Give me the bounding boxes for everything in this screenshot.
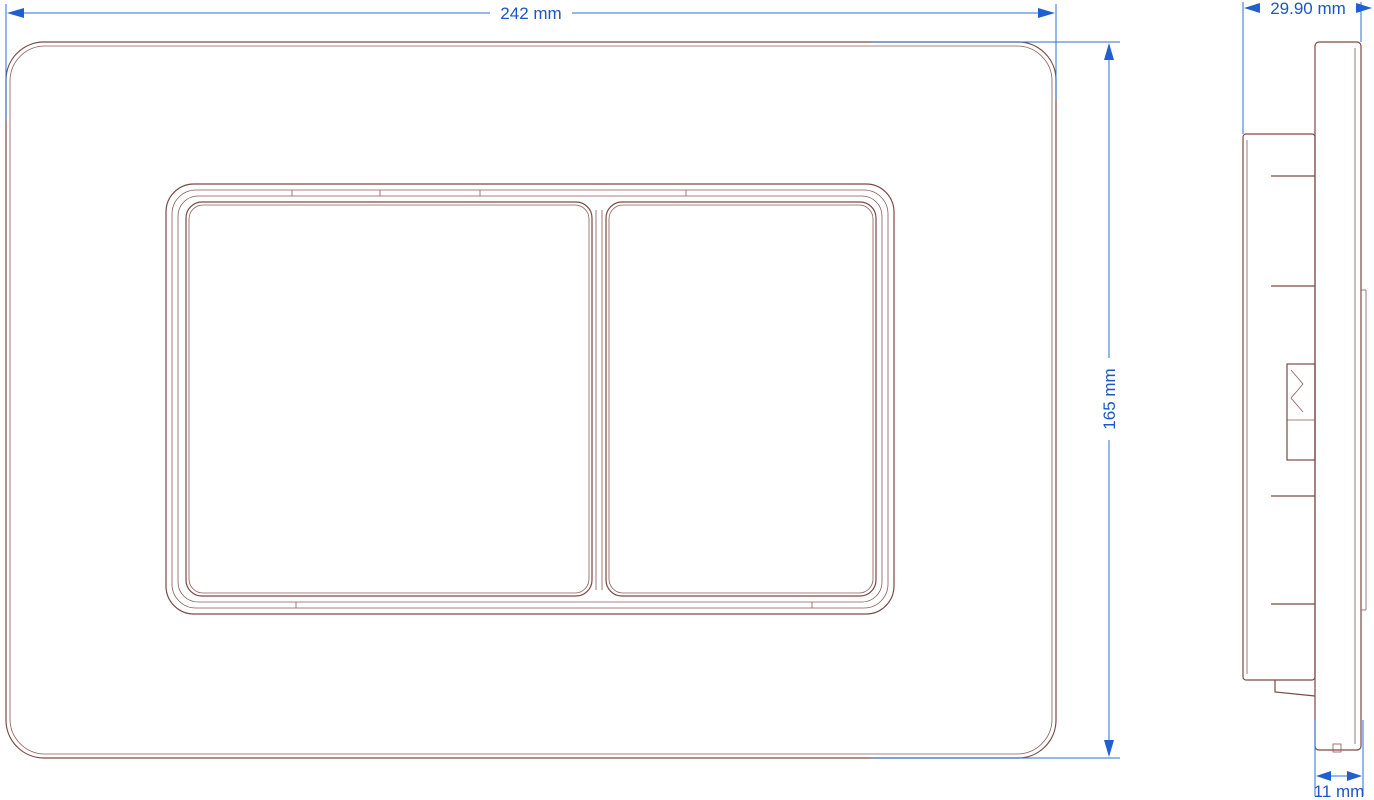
button-frame-outer — [165, 183, 895, 615]
arrow-right-icon — [1038, 8, 1055, 18]
technical-drawing: 242 mm 165 mm 29.90 mm 11 mm — [5, 0, 1372, 800]
button-frame-recess — [177, 195, 883, 603]
large-flush-button — [185, 201, 593, 597]
arrow-down-icon — [1104, 740, 1114, 757]
dimension-plate-depth: 11 mm — [1314, 720, 1365, 800]
dimension-width: 242 mm — [5, 4, 1057, 120]
arrow-right-icon — [1347, 771, 1362, 781]
side-bottom-pin — [1332, 743, 1342, 753]
arrow-up-icon — [1104, 43, 1114, 60]
arrow-left-icon — [1244, 3, 1260, 13]
front-view — [5, 41, 1057, 759]
arrow-right-icon — [1356, 3, 1372, 13]
side-bottom-tab — [1274, 680, 1316, 697]
arrow-left-icon — [1316, 771, 1331, 781]
side-rear-body — [1242, 133, 1316, 681]
button-frame-inner — [171, 189, 889, 609]
width-label: 242 mm — [500, 4, 561, 23]
side-latch — [1286, 363, 1316, 461]
height-label: 165 mm — [1100, 368, 1119, 429]
dimension-height: 165 mm — [872, 41, 1120, 759]
total-depth-label: 29.90 mm — [1270, 0, 1346, 18]
dimension-total-depth: 29.90 mm — [1242, 0, 1372, 134]
plate-outline — [5, 41, 1057, 759]
plate-depth-label: 11 mm — [1314, 782, 1365, 800]
side-view — [1242, 41, 1367, 753]
large-flush-button-edge — [188, 204, 590, 594]
side-latch-detail — [1290, 369, 1304, 413]
side-plate-profile — [1314, 41, 1362, 751]
small-flush-button — [605, 201, 877, 597]
small-flush-button-edge — [608, 204, 874, 594]
arrow-left-icon — [7, 8, 24, 18]
